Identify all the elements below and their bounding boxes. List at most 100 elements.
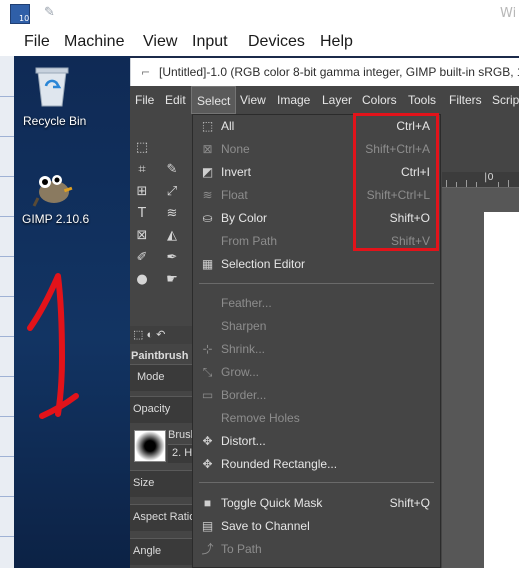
pin-icon[interactable]: ✎ (44, 5, 55, 20)
gimp-menu-colors[interactable]: Colors (357, 86, 402, 114)
menu-item-label: None (221, 142, 250, 156)
annotation-number-one (27, 273, 79, 419)
smudge-tool-icon[interactable]: ☛ (164, 272, 180, 288)
gimp-window-titlebar: ⌐ [Untitled]-1.0 (RGB color 8-bit gamma … (130, 58, 519, 86)
menu-item-remove-holes[interactable]: Remove Holes (193, 408, 440, 430)
size-slider[interactable]: Size (130, 470, 192, 497)
menu-separator (199, 283, 434, 284)
text-tool-icon[interactable]: T (134, 206, 150, 222)
vbox-menu-input[interactable]: Input (192, 33, 228, 51)
brush-name-field[interactable]: 2. H (168, 444, 192, 463)
gimp-menu-select[interactable]: Select (191, 86, 237, 114)
recycle-bin-label[interactable]: Recycle Bin (23, 114, 86, 128)
desktop-wallpaper-edge (0, 56, 14, 568)
recycle-bin-icon[interactable] (32, 64, 72, 108)
scale-tool-icon[interactable]: ⤢ (164, 184, 180, 200)
selection-editor-icon: ▦ (201, 257, 214, 271)
airbrush-tool-icon[interactable]: ✒ (164, 250, 180, 266)
gimp-menu-tools[interactable]: Tools (403, 86, 441, 114)
aspect-ratio-label: Aspect Ratio (133, 511, 196, 523)
paintbrush-tool-icon[interactable]: ✐ (134, 250, 150, 266)
rect-select-tool-icon[interactable]: ⬚ (134, 140, 150, 156)
gimp-menu-layer[interactable]: Layer (317, 86, 357, 114)
vbox-menu-view[interactable]: View (143, 33, 177, 51)
gimp-menu-file[interactable]: File (130, 86, 159, 114)
gimp-desktop-label[interactable]: GIMP 2.10.6 (22, 212, 89, 226)
menu-item-label: To Path (221, 542, 262, 556)
image-canvas[interactable] (484, 212, 519, 568)
menu-item-rounded-rectangle[interactable]: ✥ Rounded Rectangle... (193, 454, 440, 476)
tool-options-tabs: ⬚ ◐ ↶ (130, 326, 192, 344)
opacity-slider[interactable]: Opacity (130, 396, 192, 423)
gimp-wilber-icon[interactable] (30, 168, 74, 208)
float-selection-icon: ≋ (202, 188, 213, 202)
menu-item-label: Sharpen (221, 319, 267, 333)
vbox-window-title: Wi (500, 6, 517, 21)
ruler-label-zero: |0 (484, 172, 494, 183)
invert-selection-icon: ◩ (201, 165, 214, 179)
menu-item-label: All (221, 119, 235, 133)
angle-slider[interactable]: Angle (130, 538, 192, 565)
menu-item-label: Selection Editor (221, 257, 306, 271)
angle-label: Angle (133, 545, 162, 557)
mode-row[interactable]: Mode (130, 364, 192, 391)
aspect-ratio-slider[interactable]: Aspect Ratio (130, 504, 196, 531)
vbox-menu-help[interactable]: Help (320, 33, 353, 51)
menu-item-toggle-quick-mask[interactable]: ■ Toggle Quick Mask Shift+Q (193, 493, 440, 515)
select-all-icon: ⬚ (201, 119, 214, 133)
gimp-menu-image[interactable]: Image (272, 86, 315, 114)
menu-item-feather[interactable]: Feather... (193, 293, 440, 315)
border-icon: ▭ (201, 388, 214, 402)
select-none-icon: ⊠ (202, 142, 213, 156)
eyedropper-tool-icon[interactable]: ✎ (164, 162, 180, 178)
tool-options-tab-icon[interactable]: ⬚ ◐ ↶ (133, 328, 165, 341)
rounded-rectangle-icon: ✥ (202, 457, 213, 471)
gimp-menu-script[interactable]: Script (487, 86, 519, 114)
vbox-menu-devices[interactable]: Devices (248, 33, 305, 51)
gimp-window-icon: ⌐ (141, 66, 151, 79)
menu-item-label: Invert (221, 165, 252, 179)
gimp-menu-edit[interactable]: Edit (160, 86, 191, 114)
tool-options-title: Paintbrush (131, 350, 189, 362)
bucket-fill-tool-icon[interactable]: ◭ (164, 228, 180, 244)
gimp-menubar: File Edit Select View Image Layer Colors… (130, 86, 519, 114)
vbox-menu-machine[interactable]: Machine (64, 33, 124, 51)
menu-item-to-path[interactable]: ⤴ To Path (193, 539, 440, 561)
menu-item-shortcut: Shift+Q (389, 496, 430, 510)
align-tool-icon[interactable]: ⊞ (134, 184, 150, 200)
menu-item-shrink[interactable]: ⊹ Shrink... (193, 339, 440, 361)
menu-separator (199, 482, 434, 483)
horizontal-ruler: |0 (442, 172, 519, 188)
menu-item-label: By Color (221, 211, 268, 225)
menu-item-border[interactable]: ▭ Border... (193, 385, 440, 407)
crop-tool-icon[interactable]: ⌗ (134, 162, 150, 178)
gimp-menu-view[interactable]: View (235, 86, 271, 114)
cage-tool-icon[interactable]: ⊠ (134, 228, 150, 244)
menu-item-label: Float (221, 188, 248, 202)
menu-item-label: Toggle Quick Mask (221, 496, 323, 510)
menu-item-label: Save to Channel (221, 519, 310, 533)
blur-tool-icon[interactable]: ● (134, 272, 150, 288)
mode-label: Mode (137, 371, 165, 383)
menu-item-label: Shrink... (221, 342, 266, 356)
menu-item-label: Remove Holes (221, 411, 300, 425)
gimp-menu-filters[interactable]: Filters (444, 86, 487, 114)
menu-item-label: Border... (221, 388, 267, 402)
save-channel-icon: ▤ (201, 519, 214, 533)
shrink-icon: ⊹ (202, 342, 213, 356)
virtualbox-app-icon: 10 (10, 4, 30, 24)
vbox-menu-file[interactable]: File (24, 33, 50, 51)
menu-item-grow[interactable]: ⤡ Grow... (193, 362, 440, 384)
brush-preview[interactable] (134, 430, 166, 462)
menu-item-sharpen[interactable]: Sharpen (193, 316, 440, 338)
warp-tool-icon[interactable]: ≋ (164, 206, 180, 222)
brush-name-value: 2. H (172, 447, 193, 459)
menu-item-label: Feather... (221, 296, 272, 310)
menu-item-save-to-channel[interactable]: ▤ Save to Channel (193, 516, 440, 538)
menu-item-distort[interactable]: ✥ Distort... (193, 431, 440, 453)
shortcut-highlight-annotation (353, 113, 439, 251)
opacity-label: Opacity (133, 403, 171, 415)
menu-item-label: From Path (221, 234, 278, 248)
menu-item-label: Grow... (221, 365, 260, 379)
menu-item-selection-editor[interactable]: ▦ Selection Editor (193, 254, 440, 276)
